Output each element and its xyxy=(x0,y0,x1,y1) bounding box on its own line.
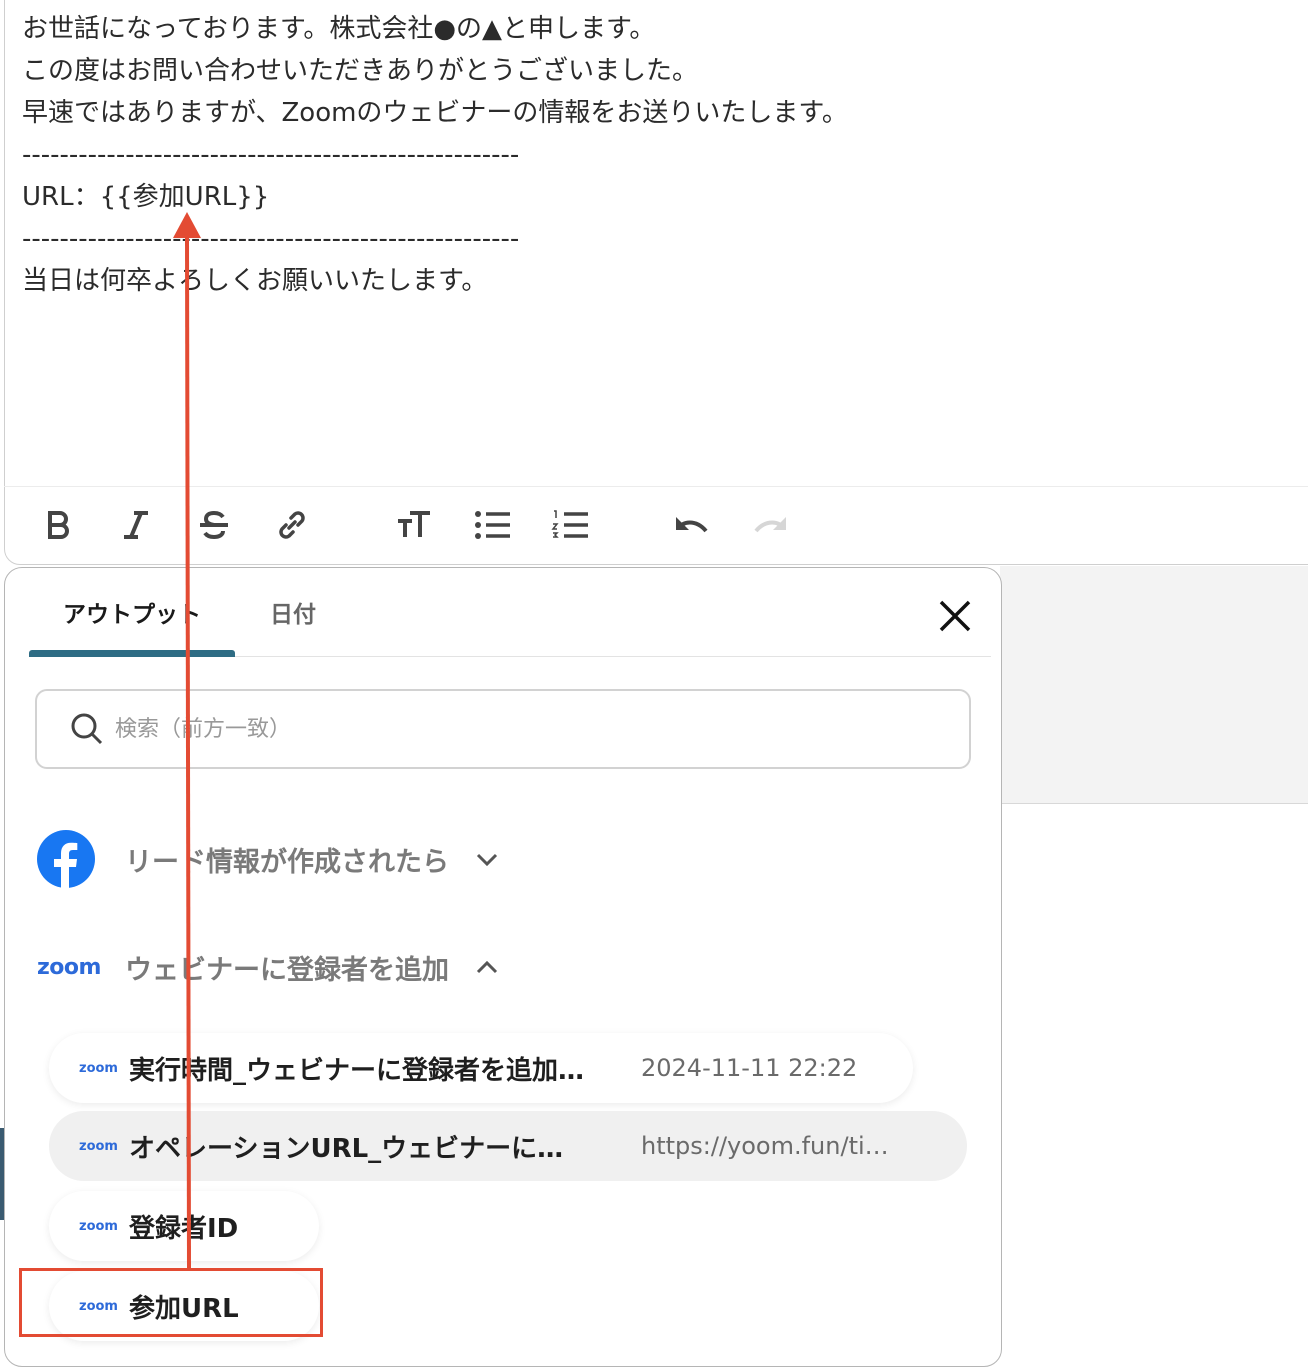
item-label: オペレーションURL_ウェビナーに… xyxy=(129,1133,564,1164)
strikethrough-icon xyxy=(200,510,228,540)
bullet-list-button[interactable] xyxy=(470,503,514,547)
tab-label: 日付 xyxy=(270,602,316,628)
popup-tabs: アウトプット 日付 xyxy=(29,568,991,657)
variable-picker-popup: アウトプット 日付 リード情報が作成されたら zoom ウェビナーに登録者を追加… xyxy=(4,567,1002,1367)
output-item-operation-url[interactable]: zoom オペレーションURL_ウェビナーに… https://yoom.fun… xyxy=(49,1111,967,1181)
editor-line: 当日は何卒よろしくお願いいたします。 xyxy=(22,266,488,296)
zoom-logo: zoom xyxy=(79,1138,118,1154)
strikethrough-button[interactable] xyxy=(192,503,236,547)
numbered-list-button[interactable] xyxy=(548,503,592,547)
chevron-up-icon xyxy=(476,960,498,974)
tab-output[interactable]: アウトプット xyxy=(29,568,235,657)
group-facebook-lead[interactable]: リード情報が作成されたら xyxy=(37,827,501,891)
zoom-logo: zoom xyxy=(79,1060,118,1076)
search-icon xyxy=(71,713,103,745)
text-size-button[interactable] xyxy=(392,503,436,547)
editor-toolbar xyxy=(36,500,826,550)
undo-button[interactable] xyxy=(670,503,714,547)
link-icon xyxy=(279,511,305,539)
annotation-highlight-box xyxy=(19,1268,323,1337)
zoom-logo: zoom xyxy=(79,1218,118,1234)
facebook-icon xyxy=(37,830,95,888)
search-input[interactable] xyxy=(113,715,917,743)
redo-button[interactable] xyxy=(748,503,792,547)
editor-text-area[interactable]: お世話になっております。株式会社●の▲と申します。 この度はお問い合わせいただき… xyxy=(22,8,1308,302)
text-size-icon xyxy=(398,511,430,537)
bold-button[interactable] xyxy=(36,503,80,547)
redo-icon xyxy=(754,517,786,533)
zoom-logo: zoom xyxy=(37,954,101,980)
editor-line: ----------------------------------------… xyxy=(22,140,520,170)
group-title: リード情報が作成されたら xyxy=(125,846,449,878)
tab-label: アウトプット xyxy=(63,602,201,628)
search-box xyxy=(35,689,971,769)
item-value: 2024-11-11 22:22 xyxy=(641,1054,858,1082)
background-panel xyxy=(1000,566,1308,804)
item-label: 登録者ID xyxy=(129,1213,239,1244)
item-label: 実行時間_ウェビナーに登録者を追加… xyxy=(129,1055,585,1086)
editor-line: この度はお問い合わせいただきありがとうございました。 xyxy=(22,56,699,86)
group-zoom-webinar[interactable]: zoom ウェビナーに登録者を追加 xyxy=(37,935,501,999)
tab-date[interactable]: 日付 xyxy=(245,568,341,656)
link-button[interactable] xyxy=(270,503,314,547)
chevron-down-icon xyxy=(476,853,498,867)
editor-line: URL：{{参加URL}} xyxy=(22,182,270,212)
italic-button[interactable] xyxy=(114,503,158,547)
bold-icon xyxy=(48,511,69,539)
output-item-execution-time[interactable]: zoom 実行時間_ウェビナーに登録者を追加… 2024-11-11 22:22 xyxy=(49,1033,913,1103)
italic-icon xyxy=(124,511,148,539)
editor-line: 早速ではありますが、Zoomのウェビナーの情報をお送りいたします。 xyxy=(22,98,848,128)
editor-line: ----------------------------------------… xyxy=(22,224,520,254)
undo-icon xyxy=(676,517,708,533)
close-icon xyxy=(939,600,971,632)
close-button[interactable] xyxy=(935,596,975,636)
bullet-list-icon xyxy=(475,511,510,539)
toolbar-divider xyxy=(4,486,1308,487)
active-tab-indicator xyxy=(29,650,235,657)
numbered-list-icon xyxy=(551,510,588,538)
background-divider xyxy=(1000,803,1308,804)
output-item-registrant-id[interactable]: zoom 登録者ID xyxy=(49,1191,319,1261)
item-value: https://yoom.fun/ti… xyxy=(641,1132,889,1160)
group-title: ウェビナーに登録者を追加 xyxy=(125,954,449,986)
editor-line: お世話になっております。株式会社●の▲と申します。 xyxy=(22,14,656,44)
